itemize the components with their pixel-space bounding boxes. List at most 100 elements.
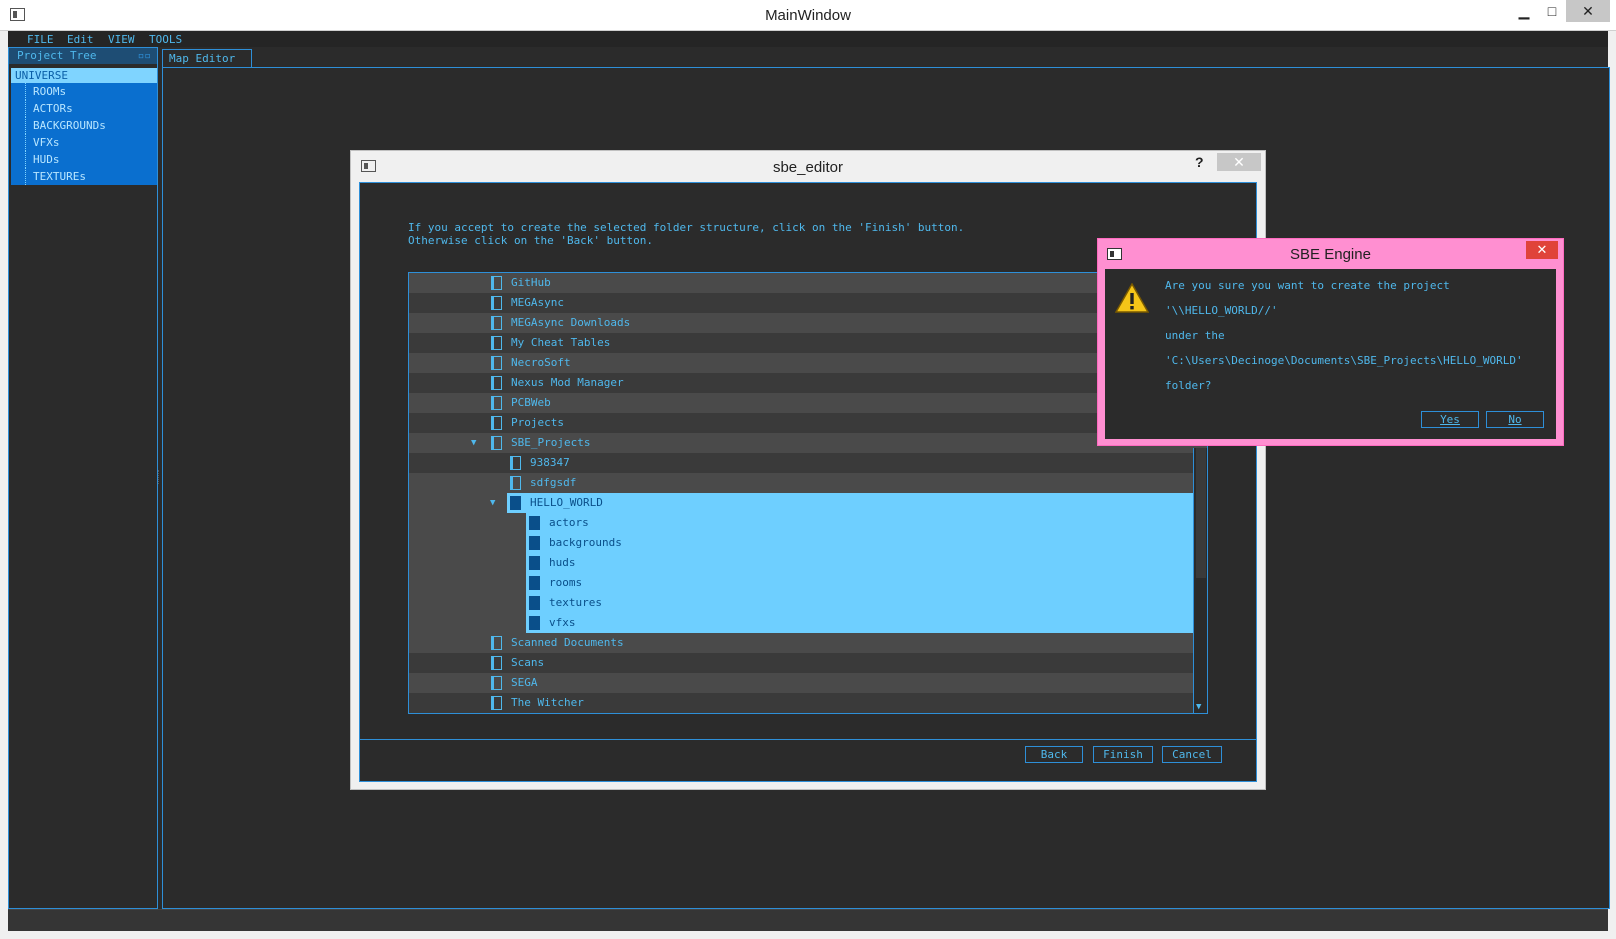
dock-float-close-icon[interactable]: ▫▫ <box>138 48 151 64</box>
folder-name: GitHub <box>511 276 551 289</box>
scroll-down-arrow-icon[interactable]: ▼ <box>1196 702 1201 712</box>
folder-name: Nexus Mod Manager <box>511 376 624 389</box>
row-indent <box>409 553 526 573</box>
folder-name: NecroSoft <box>511 356 571 369</box>
window-title: MainWindow <box>765 7 851 24</box>
dock-splitter-handle[interactable] <box>158 470 160 484</box>
folder-icon <box>529 616 540 630</box>
folder-row[interactable]: MEGAsync <box>409 293 1207 313</box>
expand-arrow-icon[interactable]: ▼ <box>471 433 476 453</box>
folder-row[interactable]: MEGAsync Downloads <box>409 313 1207 333</box>
main-titlebar[interactable]: MainWindow ▁ □ ✕ <box>0 0 1616 31</box>
folder-rows: GitHub MEGAsync MEGAsync Downloads My Cheat… <box>409 273 1207 713</box>
tree-item-textures[interactable]: TEXTUREs <box>11 168 157 185</box>
confirm-close-button[interactable]: ✕ <box>1526 241 1558 259</box>
folder-icon <box>510 496 521 510</box>
confirm-title: SBE Engine <box>1290 246 1371 263</box>
minimize-button[interactable]: ▁ <box>1510 0 1538 22</box>
yes-button[interactable]: Yes <box>1421 411 1479 428</box>
folder-row[interactable]: ▼ SBE_Projects <box>409 433 1207 453</box>
finish-button[interactable]: Finish <box>1093 746 1153 763</box>
folder-row[interactable]: The Witcher <box>409 693 1207 713</box>
confirm-message-line: '\\HELLO_WORLD//' <box>1165 304 1278 317</box>
folder-icon <box>491 276 502 290</box>
wizard-instructions: If you accept to create the selected fol… <box>408 221 965 247</box>
dock-title: Project Tree <box>17 49 97 62</box>
folder-row[interactable]: sdfgsdf <box>409 473 1207 493</box>
folder-row[interactable]: Scanned Documents <box>409 633 1207 653</box>
folder-icon <box>491 396 502 410</box>
project-tree[interactable]: UNIVERSE ROOMs ACTORs BACKGROUNDs VFXs H… <box>11 68 157 185</box>
folder-icon <box>491 436 502 450</box>
folder-name: SEGA <box>511 676 538 689</box>
row-indent <box>409 513 526 533</box>
vertical-scrollbar[interactable]: ▼ <box>1193 448 1207 713</box>
folder-icon <box>510 456 521 470</box>
wizard-titlebar[interactable]: sbe_editor ? ✕ <box>351 151 1265 182</box>
no-button[interactable]: No <box>1486 411 1544 428</box>
tree-item-actors[interactable]: ACTORs <box>11 100 157 117</box>
confirm-message-line: Are you sure you want to create the proj… <box>1165 279 1450 292</box>
folder-row[interactable]: SEGA <box>409 673 1207 693</box>
row-selection-highlight <box>526 613 1193 633</box>
folder-row[interactable]: actors <box>409 513 1207 533</box>
folder-name: The Witcher <box>511 696 584 709</box>
menu-view[interactable]: VIEW <box>108 33 135 46</box>
folder-name: My Cheat Tables <box>511 336 611 349</box>
expand-arrow-icon[interactable]: ▼ <box>490 493 495 513</box>
wizard-close-button[interactable]: ✕ <box>1217 153 1261 171</box>
folder-row[interactable]: PCBWeb <box>409 393 1207 413</box>
folder-icon <box>529 516 540 530</box>
project-tree-dock: Project Tree ▫▫ UNIVERSE ROOMs ACTORs BA… <box>8 47 158 909</box>
folder-row[interactable]: 938347 <box>409 453 1207 473</box>
scrollbar-thumb[interactable] <box>1196 448 1206 578</box>
folder-row[interactable]: Projects <box>409 413 1207 433</box>
folder-tree-view[interactable]: GitHub MEGAsync MEGAsync Downloads My Cheat… <box>408 272 1208 714</box>
folder-row[interactable]: backgrounds <box>409 533 1207 553</box>
folder-row[interactable]: My Cheat Tables <box>409 333 1207 353</box>
close-button[interactable]: ✕ <box>1566 0 1610 22</box>
menu-tools[interactable]: TOOLS <box>149 33 182 46</box>
folder-row[interactable]: ▼ HELLO_WORLD <box>409 493 1207 513</box>
back-button[interactable]: Back <box>1025 746 1083 763</box>
maximize-button[interactable]: □ <box>1538 0 1566 22</box>
tab-map-editor[interactable]: Map Editor <box>162 49 252 67</box>
tree-item-rooms[interactable]: ROOMs <box>11 83 157 100</box>
folder-row[interactable]: huds <box>409 553 1207 573</box>
row-indent <box>409 533 526 553</box>
folder-icon <box>529 576 540 590</box>
tree-item-huds[interactable]: HUDs <box>11 151 157 168</box>
tree-item-backgrounds[interactable]: BACKGROUNDs <box>11 117 157 134</box>
cancel-button[interactable]: Cancel <box>1162 746 1222 763</box>
folder-row[interactable]: textures <box>409 593 1207 613</box>
folder-name: Scans <box>511 656 545 669</box>
folder-row[interactable]: Nexus Mod Manager <box>409 373 1207 393</box>
folder-name: Scanned Documents <box>511 636 624 649</box>
folder-row[interactable]: Scans <box>409 653 1207 673</box>
folder-icon <box>491 316 502 330</box>
row-selection-highlight <box>526 533 1193 553</box>
folder-name: backgrounds <box>549 536 622 549</box>
folder-icon <box>491 656 502 670</box>
folder-icon <box>491 636 502 650</box>
folder-row[interactable]: NecroSoft <box>409 353 1207 373</box>
dock-header[interactable]: Project Tree ▫▫ <box>9 48 157 64</box>
folder-name: actors <box>549 516 589 529</box>
folder-icon <box>491 336 502 350</box>
menu-edit[interactable]: Edit <box>67 33 94 46</box>
wizard-title: sbe_editor <box>772 159 844 176</box>
confirm-titlebar[interactable]: SBE Engine ✕ <box>1098 239 1563 269</box>
warning-icon <box>1115 283 1149 313</box>
tree-item-universe[interactable]: UNIVERSE <box>11 68 157 83</box>
folder-icon <box>491 296 502 310</box>
folder-icon <box>491 356 502 370</box>
folder-row[interactable]: GitHub <box>409 273 1207 293</box>
tree-item-vfxs[interactable]: VFXs <box>11 134 157 151</box>
menu-file[interactable]: FILE <box>27 33 54 46</box>
row-indent <box>409 573 526 593</box>
folder-icon <box>491 696 502 710</box>
help-button[interactable]: ? <box>1195 154 1204 170</box>
folder-icon <box>529 536 540 550</box>
folder-row[interactable]: vfxs <box>409 613 1207 633</box>
folder-row[interactable]: rooms <box>409 573 1207 593</box>
